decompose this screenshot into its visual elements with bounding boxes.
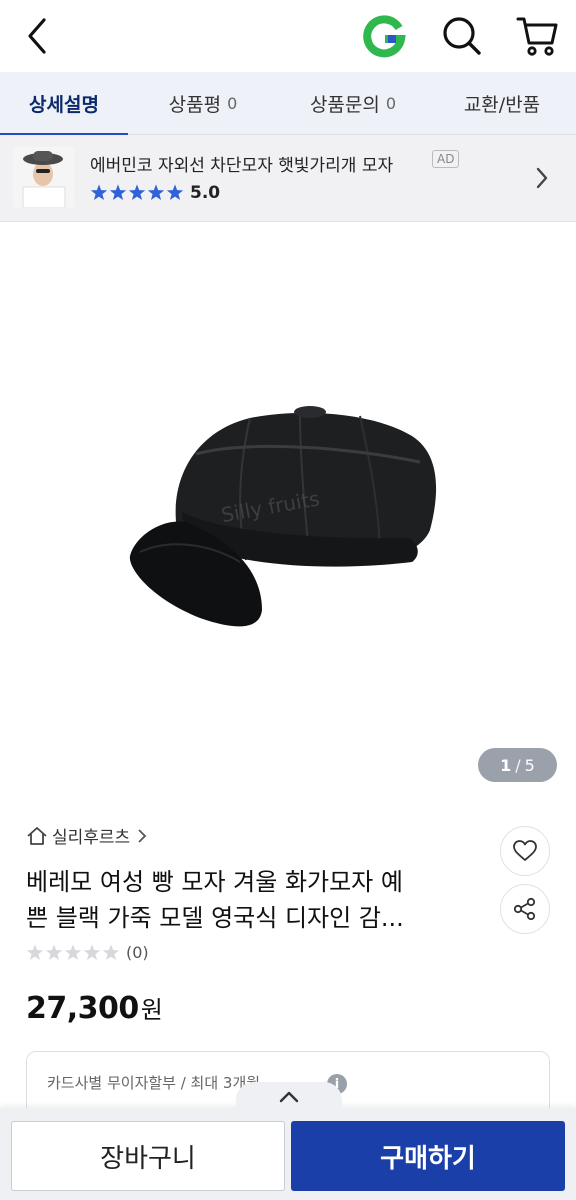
price-value: 27,300 xyxy=(26,991,139,1026)
gmarket-g-logo[interactable] xyxy=(362,15,406,59)
star-icon xyxy=(45,943,63,960)
star-icon xyxy=(109,184,127,200)
installment-text: 카드사별 무이자할부 / 최대 3개월 xyxy=(47,1074,261,1092)
back-arrow-icon[interactable] xyxy=(18,14,58,58)
detail-tabs: 상세설명 상품평 0 상품문의 0 교환/반품 xyxy=(0,72,576,136)
tab-reviews[interactable]: 상품평 0 xyxy=(128,72,278,135)
star-icon xyxy=(64,943,82,960)
search-icon[interactable] xyxy=(440,14,484,58)
tab-label: 상품문의 xyxy=(309,94,380,116)
price-currency: 원 xyxy=(140,996,163,1024)
image-pager: 1 / 5 xyxy=(478,748,557,782)
wishlist-button[interactable] xyxy=(500,826,550,876)
ad-badge: AD xyxy=(432,150,460,168)
expand-handle[interactable] xyxy=(236,1082,342,1112)
share-icon xyxy=(513,897,536,921)
star-icon xyxy=(90,184,108,200)
tab-count: 0 xyxy=(227,94,238,113)
ad-star-rating xyxy=(90,184,184,200)
ad-rating-value: 5.0 xyxy=(190,183,221,203)
product-star-rating xyxy=(26,943,120,960)
share-button[interactable] xyxy=(500,884,550,934)
star-icon xyxy=(147,184,165,200)
tab-label: 교환/반품 xyxy=(463,94,541,116)
star-icon xyxy=(128,184,146,200)
star-icon xyxy=(26,943,44,960)
chevron-right-icon xyxy=(138,828,147,843)
buy-now-button[interactable]: 구매하기 xyxy=(291,1121,565,1191)
cart-icon[interactable] xyxy=(514,13,560,59)
ad-rating-row: 5.0 xyxy=(90,183,220,203)
home-icon xyxy=(27,826,47,845)
review-count: (0) xyxy=(126,943,149,962)
pager-current: 1 xyxy=(500,755,512,775)
star-icon xyxy=(102,943,120,960)
top-app-bar xyxy=(0,0,576,72)
ad-banner[interactable]: 에버민코 자외선 차단모자 햇빛가리개 모자 AD 5.0 xyxy=(0,135,576,222)
tab-exchange-return[interactable]: 교환/반품 xyxy=(428,72,576,135)
tab-label: 상품평 xyxy=(168,94,222,116)
product-price: 27,300원 xyxy=(26,990,163,1026)
tab-count: 0 xyxy=(385,94,397,113)
product-image: Silly fruits xyxy=(129,406,437,627)
chevron-up-icon xyxy=(279,1091,299,1103)
tab-description[interactable]: 상세설명 xyxy=(0,72,128,136)
product-image-carousel[interactable]: Silly fruits xyxy=(0,222,576,806)
star-icon xyxy=(83,943,101,960)
ad-title: 에버민코 자외선 차단모자 햇빛가리개 모자 xyxy=(90,156,394,176)
product-title-line2: 쁜 블랙 가죽 모델 영국식 디자인 감... xyxy=(26,904,404,932)
add-to-cart-button[interactable]: 장바구니 xyxy=(11,1121,285,1191)
heart-icon xyxy=(513,840,537,861)
chevron-right-icon xyxy=(536,167,548,189)
shop-name: 실리후르츠 xyxy=(52,828,131,848)
pager-separator: / xyxy=(515,755,521,775)
product-title-line1: 베레모 여성 빵 모자 겨울 화가모자 예 xyxy=(26,868,403,896)
shop-link[interactable]: 실리후르츠 xyxy=(26,823,148,848)
tab-inquiries[interactable]: 상품문의 0 xyxy=(278,72,428,135)
ad-thumbnail xyxy=(13,147,74,208)
product-title: 베레모 여성 빵 모자 겨울 화가모자 예 쁜 블랙 가죽 모델 영국식 디자인… xyxy=(26,864,476,936)
review-summary[interactable]: (0) xyxy=(26,943,149,962)
tab-label: 상세설명 xyxy=(29,94,99,116)
pager-total: 5 xyxy=(524,755,535,775)
product-detail-page: 상세설명 상품평 0 상품문의 0 교환/반품 에버민코 자외선 차단모자 햇빛… xyxy=(0,0,576,1200)
star-icon xyxy=(166,184,184,200)
